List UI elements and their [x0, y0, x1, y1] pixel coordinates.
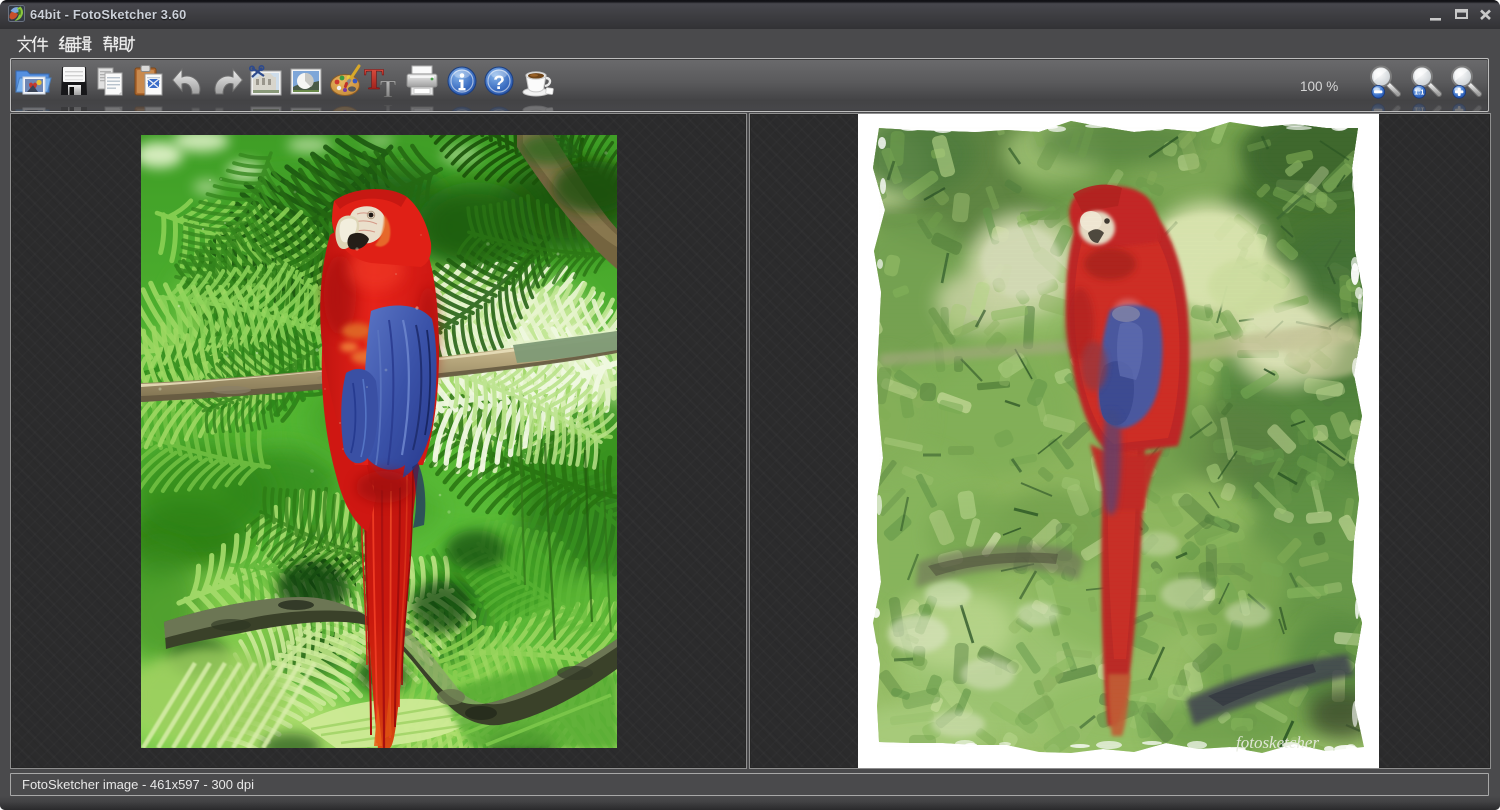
svg-text:?: ?: [493, 108, 505, 111]
svg-text:?: ?: [493, 73, 505, 94]
svg-text:fotosketcher: fotosketcher: [1236, 733, 1319, 752]
svg-text:T: T: [380, 99, 396, 111]
svg-text:1:1: 1:1: [1414, 106, 1424, 112]
svg-text:1:1: 1:1: [1414, 90, 1424, 97]
